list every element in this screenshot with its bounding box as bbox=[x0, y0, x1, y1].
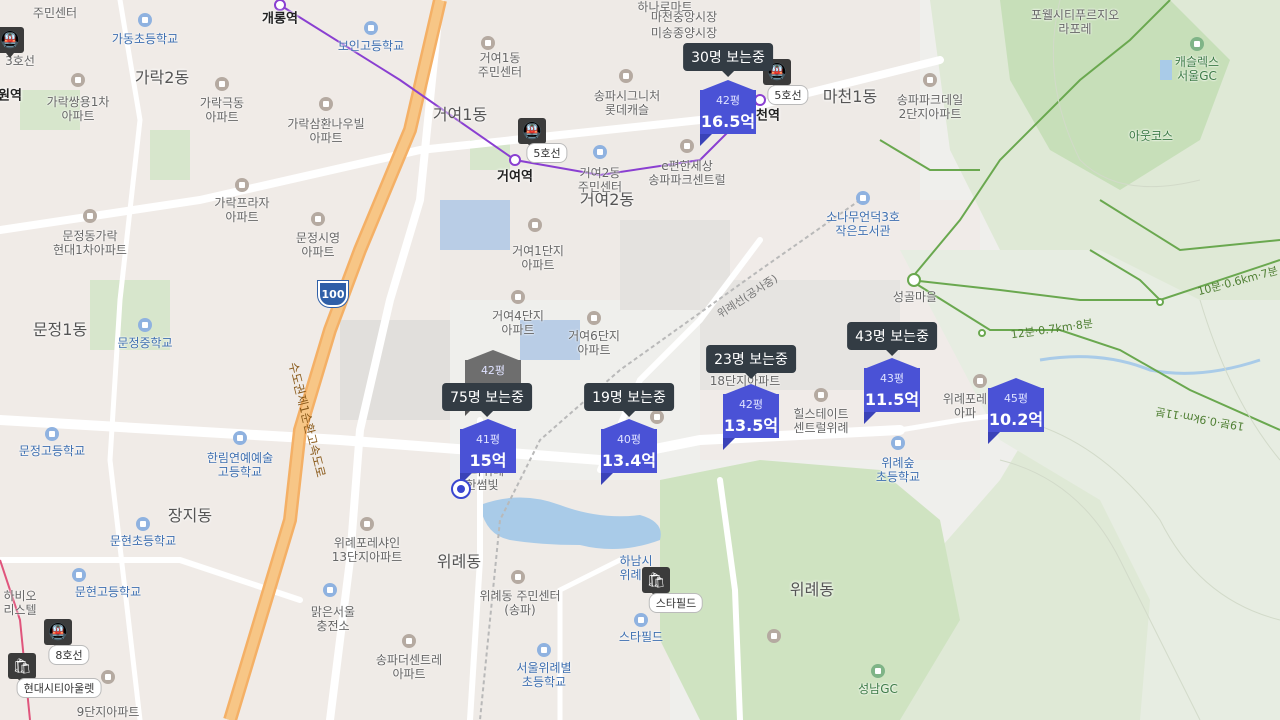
price-marker[interactable]: 42평 13.5억 bbox=[723, 384, 779, 450]
line-badge: 5호선 bbox=[767, 85, 809, 105]
building-icon bbox=[235, 178, 249, 192]
marker-area: 45평 bbox=[1003, 392, 1029, 405]
price-marker[interactable]: 42평 16.5억 bbox=[700, 80, 756, 146]
price-marker[interactable]: 45평 10.2억 bbox=[988, 378, 1044, 444]
shopping-icon[interactable]: 🛍 bbox=[8, 653, 36, 684]
school-icon bbox=[233, 431, 247, 445]
school-icon bbox=[891, 436, 905, 450]
building-icon bbox=[215, 77, 229, 91]
viewer-count-bubble[interactable]: 43명 보는중 bbox=[847, 322, 937, 356]
building-icon bbox=[619, 69, 633, 83]
viewer-count-bubble[interactable]: 75명 보는중 bbox=[442, 383, 532, 417]
subway-icon[interactable]: 🚇 bbox=[518, 118, 546, 149]
school-icon bbox=[856, 191, 870, 205]
golf-icon bbox=[1190, 37, 1204, 51]
subway-icon[interactable]: 🚇 bbox=[44, 619, 72, 650]
location-pin-icon[interactable] bbox=[451, 479, 471, 499]
marker-area: 42평 bbox=[738, 398, 764, 411]
golf-icon bbox=[871, 664, 885, 678]
building-icon bbox=[481, 36, 495, 50]
building-icon bbox=[587, 311, 601, 325]
building-icon bbox=[923, 73, 937, 87]
school-icon bbox=[537, 643, 551, 657]
marker-price: 16.5억 bbox=[700, 112, 756, 131]
school-icon bbox=[364, 21, 378, 35]
price-marker[interactable]: 40평 13.4억 bbox=[601, 419, 657, 485]
price-marker[interactable]: 41평 15억 bbox=[460, 419, 516, 485]
school-icon bbox=[72, 568, 86, 582]
school-icon bbox=[138, 13, 152, 27]
marker-price: 13.4억 bbox=[601, 451, 657, 470]
school-icon bbox=[323, 583, 337, 597]
viewer-count-bubble[interactable]: 19명 보는중 bbox=[584, 383, 674, 417]
subway-icon[interactable]: 🚇 bbox=[0, 27, 24, 58]
shopping-icon[interactable]: 🛍 bbox=[642, 567, 670, 598]
building-icon bbox=[767, 629, 781, 643]
map-canvas[interactable]: 가락2동 거여1동 거여2동 마천1동 문정1동 장지동 위례동 위례동 주민센… bbox=[0, 0, 1280, 720]
marker-price: 13.5억 bbox=[723, 416, 779, 435]
school-icon bbox=[136, 517, 150, 531]
store-label[interactable]: 스타필드 bbox=[648, 593, 704, 613]
building-icon bbox=[680, 139, 694, 153]
building-icon bbox=[528, 218, 542, 232]
marker-price: 11.5억 bbox=[864, 390, 920, 409]
building-icon bbox=[511, 570, 525, 584]
marker-area: 40평 bbox=[616, 433, 642, 446]
building-icon bbox=[973, 374, 987, 388]
building-icon bbox=[511, 290, 525, 304]
school-icon bbox=[634, 613, 648, 627]
marker-price: 10.2억 bbox=[988, 410, 1044, 429]
school-icon bbox=[138, 318, 152, 332]
marker-area: 43평 bbox=[879, 372, 905, 385]
marker-area: 42평 bbox=[715, 94, 741, 107]
school-icon bbox=[593, 145, 607, 159]
marker-area: 41평 bbox=[475, 433, 501, 446]
store-label[interactable]: 현대시티아울렛 bbox=[16, 678, 102, 698]
building-icon bbox=[101, 670, 115, 684]
building-icon bbox=[71, 73, 85, 87]
line-badge: 5호선 bbox=[526, 143, 568, 163]
building-icon bbox=[311, 212, 325, 226]
viewer-count-bubble[interactable]: 30명 보는중 bbox=[683, 43, 773, 77]
school-icon bbox=[45, 427, 59, 441]
price-marker[interactable]: 43평 11.5억 bbox=[864, 358, 920, 424]
route-shield: 100 bbox=[318, 281, 348, 307]
line-badge: 8호선 bbox=[48, 645, 90, 665]
building-icon bbox=[360, 517, 374, 531]
building-icon bbox=[319, 97, 333, 111]
building-icon bbox=[402, 634, 416, 648]
building-icon bbox=[814, 388, 828, 402]
map-base bbox=[0, 0, 1280, 720]
marker-area: 42평 bbox=[480, 364, 506, 377]
marker-price: 15억 bbox=[469, 451, 507, 470]
viewer-count-bubble[interactable]: 23명 보는중 bbox=[706, 345, 796, 379]
building-icon bbox=[83, 209, 97, 223]
